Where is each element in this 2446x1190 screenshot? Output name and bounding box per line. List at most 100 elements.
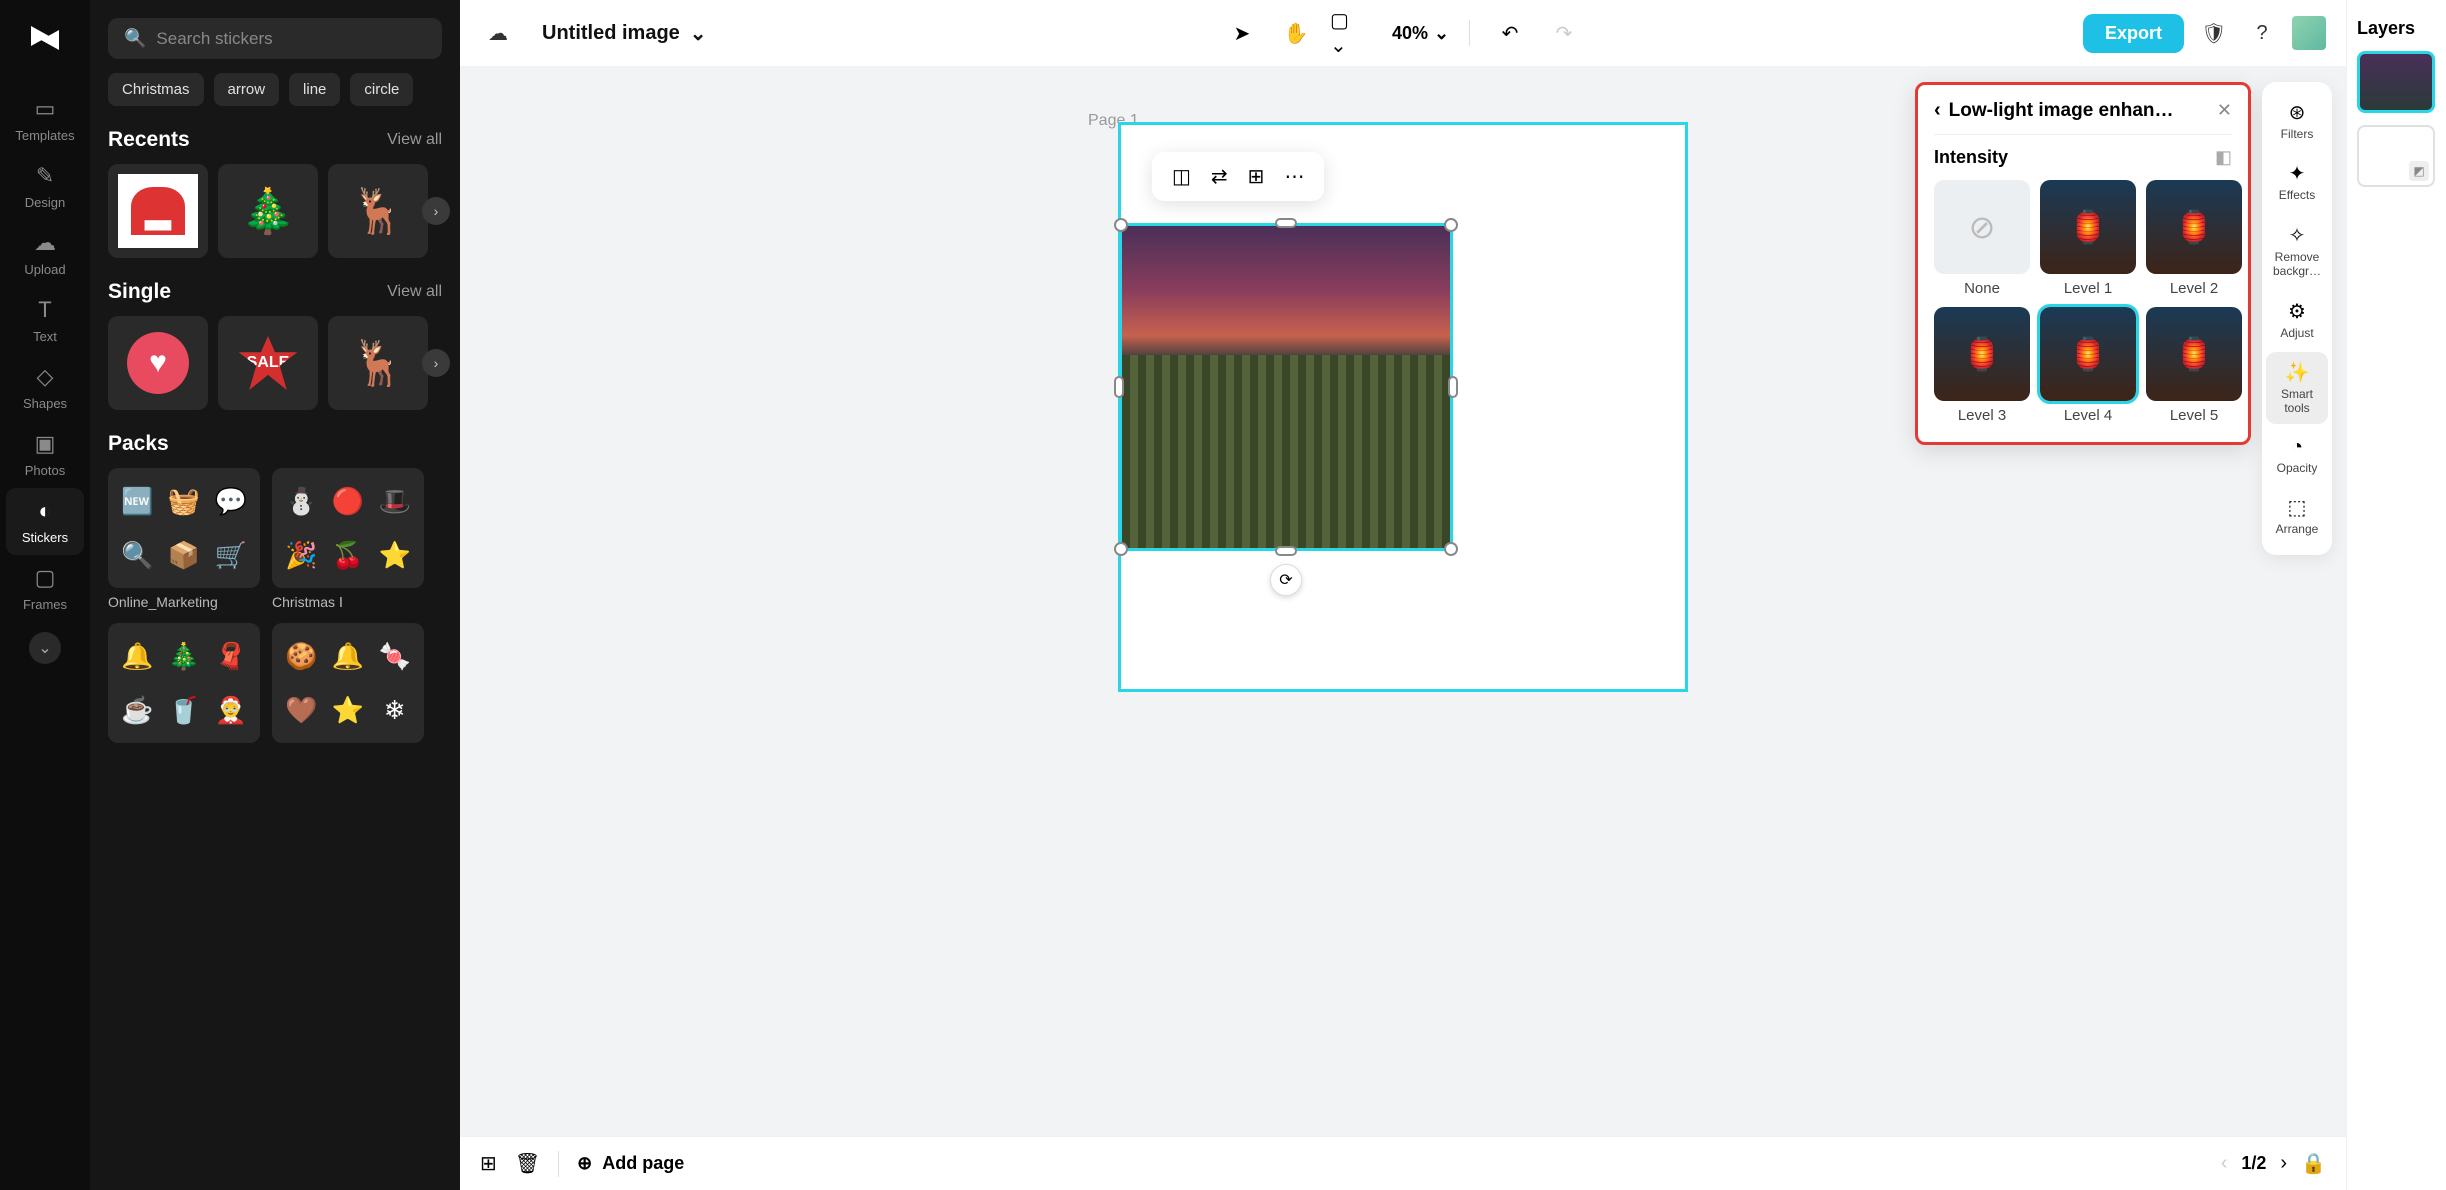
search-icon: 🔍 xyxy=(124,28,146,49)
shield-icon[interactable]: 🛡 xyxy=(2196,15,2232,51)
resize-handle[interactable] xyxy=(1275,218,1297,228)
nav-text[interactable]: TText xyxy=(6,287,84,354)
resize-handle[interactable] xyxy=(1114,376,1124,398)
resize-handle[interactable] xyxy=(1444,542,1458,556)
nav-stickers[interactable]: ◐Stickers xyxy=(6,488,84,555)
nav-photos[interactable]: ▣Photos xyxy=(6,421,84,488)
single-view-all[interactable]: View all xyxy=(387,283,442,301)
rotate-handle[interactable]: ⟳ xyxy=(1270,564,1302,596)
avatar[interactable] xyxy=(2292,16,2326,50)
lock-button[interactable]: 🔒 xyxy=(2301,1151,2326,1176)
compare-icon[interactable]: ◧ xyxy=(2215,147,2232,168)
nav-more-button[interactable]: ⌄ xyxy=(29,632,61,664)
tool-arrange[interactable]: ⬚Arrange xyxy=(2266,487,2328,544)
replace-button[interactable]: ⇄ xyxy=(1211,164,1228,189)
enhance-popup: ‹ Low-light image enhan… ✕ Intensity ◧ ⊘… xyxy=(1915,82,2251,445)
level-5[interactable]: 🏮Level 5 xyxy=(2146,307,2242,424)
delete-page-button[interactable]: 🗑 xyxy=(515,1151,540,1176)
single-sticker[interactable]: SALE xyxy=(218,316,318,410)
single-sticker[interactable]: 🦌 xyxy=(328,316,428,410)
layer-item[interactable]: ◩ xyxy=(2357,125,2435,187)
smart-tools-icon: ✨ xyxy=(2285,360,2310,385)
close-button[interactable]: ✕ xyxy=(2217,100,2232,121)
adjust-icon: ⚙ xyxy=(2288,299,2306,324)
cursor-tool[interactable]: ➤ xyxy=(1222,13,1262,53)
tool-adjust[interactable]: ⚙Adjust xyxy=(2266,291,2328,348)
cloud-sync-icon[interactable]: ☁ xyxy=(480,15,516,51)
pack-item[interactable]: 🍪🔔🍬🤎⭐❄ xyxy=(272,623,424,743)
zoom-control[interactable]: 40%⌄ xyxy=(1392,23,1449,44)
resize-handle[interactable] xyxy=(1114,218,1128,232)
recents-heading: Recents xyxy=(108,128,190,152)
tool-opacity[interactable]: ◔Opacity xyxy=(2266,428,2328,483)
redo-button[interactable]: ↷ xyxy=(1544,13,1584,53)
tag-arrow[interactable]: arrow xyxy=(214,73,280,106)
resize-handle[interactable] xyxy=(1448,376,1458,398)
scroll-right-button[interactable]: › xyxy=(422,197,450,225)
bottom-bar: ⊞ 🗑 ⊕ Add page ‹ 1/2 › 🔒 xyxy=(460,1136,2346,1190)
pack-item[interactable]: 🔔🎄🧣☕🥤🤶 xyxy=(108,623,260,743)
recent-sticker[interactable]: ▂ xyxy=(108,164,208,258)
layer-badge-icon: ◩ xyxy=(2409,161,2429,181)
prev-page-button[interactable]: ‹ xyxy=(2221,1152,2228,1175)
tool-remove-bg[interactable]: ✧Remove backgr… xyxy=(2266,215,2328,287)
level-3[interactable]: 🏮Level 3 xyxy=(1934,307,2030,424)
page-artboard[interactable]: ⟳ xyxy=(1118,122,1688,692)
tag-line[interactable]: line xyxy=(289,73,340,106)
resize-handle[interactable] xyxy=(1275,546,1297,556)
help-icon[interactable]: ? xyxy=(2244,15,2280,51)
duplicate-page-button[interactable]: ⊞ xyxy=(480,1151,497,1176)
tool-smart-tools[interactable]: ✨Smart tools xyxy=(2266,352,2328,424)
popup-title: Low-light image enhan… xyxy=(1949,100,2209,122)
level-2[interactable]: 🏮Level 2 xyxy=(2146,180,2242,297)
single-heading: Single xyxy=(108,280,171,304)
more-button[interactable]: ⋯ xyxy=(1284,164,1304,189)
back-button[interactable]: ‹ xyxy=(1934,99,1941,122)
tag-circle[interactable]: circle xyxy=(350,73,413,106)
selected-image[interactable]: ⟳ xyxy=(1119,223,1453,551)
stickers-icon: ◐ xyxy=(38,498,51,524)
app-logo xyxy=(25,18,65,58)
layer-item[interactable] xyxy=(2357,51,2435,113)
page-indicator: 1/2 xyxy=(2241,1153,2266,1174)
recent-sticker[interactable]: 🦌 xyxy=(328,164,428,258)
scroll-right-button[interactable]: › xyxy=(422,349,450,377)
shapes-icon: ◇ xyxy=(37,364,54,390)
add-page-icon: ⊕ xyxy=(577,1153,592,1174)
level-4[interactable]: 🏮Level 4 xyxy=(2040,307,2136,424)
canvas[interactable]: Page 1 ⟳ ◫ ⇄ ⊞ ⋯ xyxy=(460,66,2346,1136)
chevron-down-icon: ⌄ xyxy=(1434,23,1449,44)
nav-shapes[interactable]: ◇Shapes xyxy=(6,354,84,421)
pack-item[interactable]: 🆕🧺💬🔍📦🛒 Online_Marketing xyxy=(108,468,260,611)
project-name[interactable]: Untitled image ⌄ xyxy=(542,21,707,46)
undo-button[interactable]: ↶ xyxy=(1490,13,1530,53)
hand-tool[interactable]: ✋ xyxy=(1276,13,1316,53)
pack-item[interactable]: ⛄🔴🎩🎉🍒⭐ Christmas Ⅰ xyxy=(272,468,424,611)
nav-upload[interactable]: ☁Upload xyxy=(6,220,84,287)
recent-sticker[interactable]: 🎄 xyxy=(218,164,318,258)
resize-handle[interactable] xyxy=(1114,542,1128,556)
level-1[interactable]: 🏮Level 1 xyxy=(2040,180,2136,297)
nav-templates[interactable]: ▭Templates xyxy=(6,86,84,153)
add-page-button[interactable]: ⊕ Add page xyxy=(577,1153,684,1174)
artboard-tool[interactable]: ▢ ⌄ xyxy=(1330,13,1370,53)
layers-panel: Layers ◩ xyxy=(2346,0,2446,1190)
group-button[interactable]: ⊞ xyxy=(1248,164,1265,189)
tool-effects[interactable]: ✦Effects xyxy=(2266,153,2328,210)
pack-label: Christmas Ⅰ xyxy=(272,594,424,611)
single-sticker[interactable]: ♥ xyxy=(108,316,208,410)
resize-handle[interactable] xyxy=(1444,218,1458,232)
nav-design[interactable]: ✎Design xyxy=(6,153,84,220)
level-none[interactable]: ⊘None xyxy=(1934,180,2030,297)
nav-frames[interactable]: ▢Frames xyxy=(6,555,84,622)
tag-christmas[interactable]: Christmas xyxy=(108,73,204,106)
text-icon: T xyxy=(38,297,51,323)
city-image xyxy=(1122,226,1450,548)
export-button[interactable]: Export xyxy=(2083,14,2184,53)
recents-view-all[interactable]: View all xyxy=(387,131,442,149)
search-input[interactable]: 🔍 Search stickers xyxy=(108,18,442,59)
tool-filters[interactable]: ⊛Filters xyxy=(2266,92,2328,149)
crop-button[interactable]: ◫ xyxy=(1172,164,1191,189)
packs-heading: Packs xyxy=(108,432,169,456)
next-page-button[interactable]: › xyxy=(2280,1152,2287,1175)
